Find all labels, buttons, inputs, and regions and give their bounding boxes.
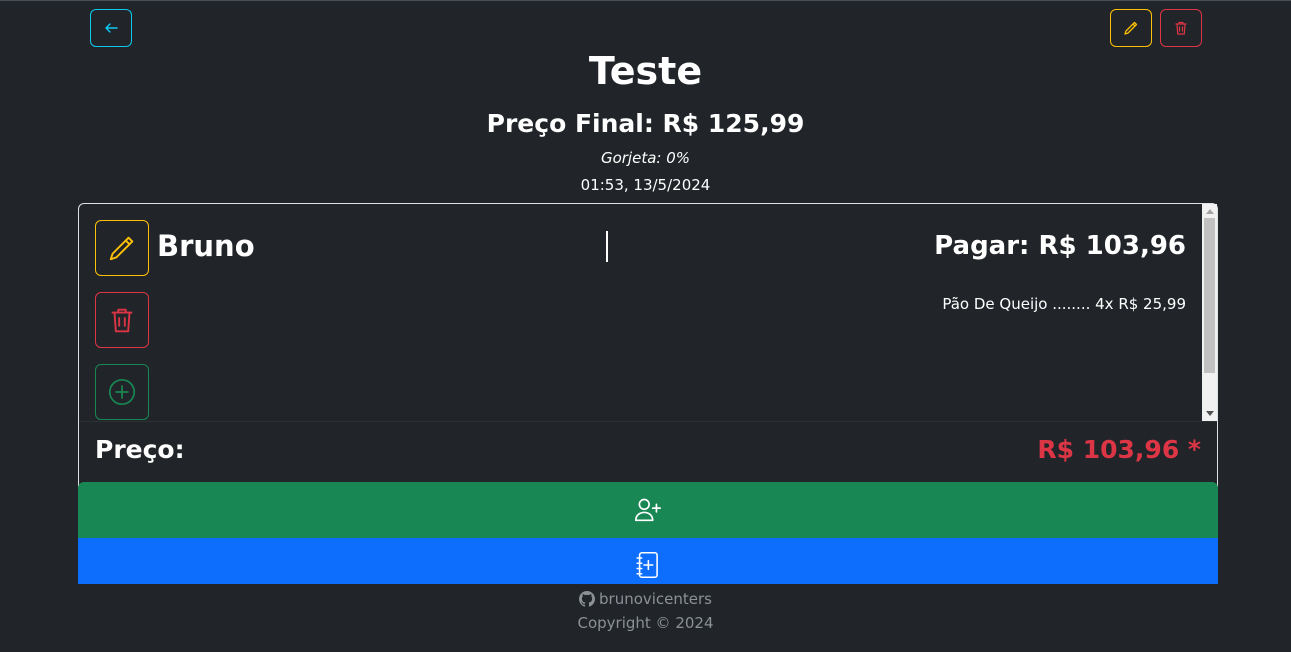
scrollbar-thumb[interactable] bbox=[1204, 218, 1215, 373]
person-plus-icon bbox=[634, 498, 662, 522]
person-row: Bruno Pagar: R$ 103,96 Pão De Queijo ...… bbox=[79, 204, 1217, 421]
delete-bill-button[interactable] bbox=[1160, 9, 1202, 47]
delete-person-button[interactable] bbox=[95, 292, 149, 348]
add-item-button[interactable] bbox=[78, 538, 1218, 584]
price-summary-row: Preço: R$ 103,96 * bbox=[79, 421, 1217, 482]
arrow-left-icon bbox=[105, 23, 118, 33]
github-username: brunovicenters bbox=[599, 590, 712, 608]
plus-circle-icon bbox=[108, 378, 136, 406]
add-person-button[interactable] bbox=[78, 482, 1218, 538]
pencil-icon bbox=[1124, 21, 1138, 35]
text-cursor-divider bbox=[606, 231, 608, 262]
bill-title: Teste bbox=[588, 49, 703, 93]
person-pay-amount: Pagar: R$ 103,96 bbox=[934, 231, 1186, 261]
tip-percentage: Gorjeta: 0% bbox=[600, 149, 691, 167]
person-name: Bruno bbox=[157, 229, 255, 263]
triangle-up-icon bbox=[1205, 209, 1214, 214]
bill-datetime: 01:53, 13/5/2024 bbox=[580, 176, 711, 194]
people-list[interactable]: Bruno Pagar: R$ 103,96 Pão De Queijo ...… bbox=[79, 204, 1217, 421]
vertical-scrollbar[interactable] bbox=[1202, 204, 1217, 421]
pencil-icon bbox=[109, 236, 134, 261]
people-card: Bruno Pagar: R$ 103,96 Pão De Queijo ...… bbox=[78, 203, 1218, 584]
trash-icon bbox=[1175, 21, 1187, 35]
edit-bill-button[interactable] bbox=[1110, 9, 1152, 47]
edit-person-button[interactable] bbox=[95, 220, 149, 276]
person-item-line: Pão De Queijo ........ 4x R$ 25,99 bbox=[942, 295, 1186, 313]
copyright: Copyright © 2024 bbox=[577, 614, 714, 632]
github-icon bbox=[579, 591, 595, 607]
journal-plus-icon bbox=[636, 551, 658, 579]
triangle-down-icon bbox=[1205, 411, 1214, 416]
scroll-up-arrow[interactable] bbox=[1202, 204, 1217, 218]
final-price: Preço Final: R$ 125,99 bbox=[486, 109, 805, 138]
price-value: R$ 103,96 * bbox=[1037, 435, 1201, 464]
top-border bbox=[0, 0, 1291, 1]
scroll-down-arrow[interactable] bbox=[1202, 407, 1217, 421]
trash-icon bbox=[111, 308, 133, 333]
add-item-to-person-button[interactable] bbox=[95, 364, 149, 420]
github-link[interactable]: brunovicenters bbox=[0, 589, 1291, 609]
price-label: Preço: bbox=[95, 435, 185, 464]
back-button[interactable] bbox=[90, 9, 132, 47]
